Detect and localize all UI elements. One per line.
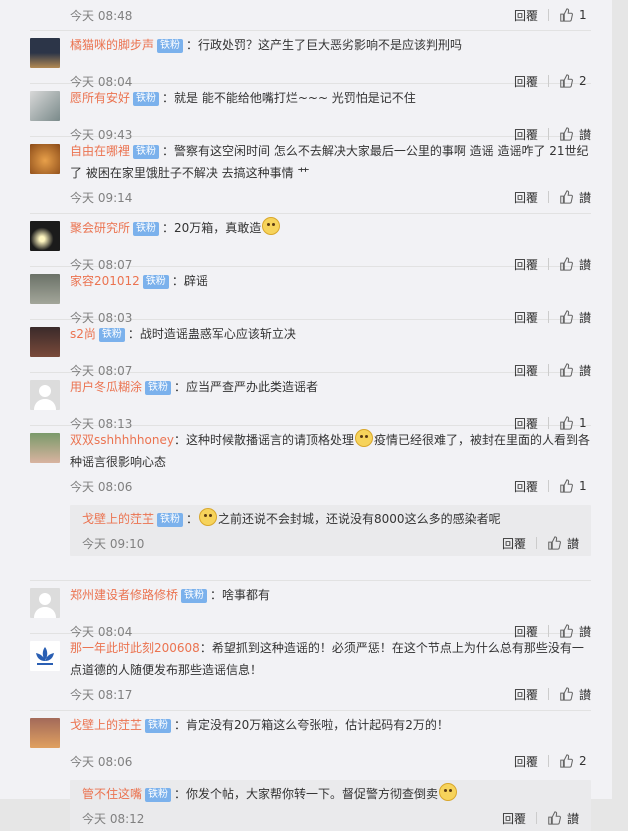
fan-badge: 铁粉	[133, 145, 160, 159]
thumbs-up-icon	[548, 536, 561, 550]
lotus-avatar[interactable]	[30, 641, 60, 671]
fan-badge: 铁粉	[145, 719, 172, 733]
emoji-icon	[199, 508, 218, 526]
like-button[interactable]: 讃	[547, 535, 579, 552]
default-avatar-icon[interactable]	[30, 588, 60, 618]
username-link[interactable]: 那一年此时此刻200608	[70, 641, 200, 655]
comment-item: 戈壁上的茳芏 铁粉 ：肯定没有20万箱这么夸张啦，估计起码有2万的！ 今天 08:0…	[30, 711, 591, 831]
avatar[interactable]	[30, 38, 60, 68]
comment-time: 今天 09:14	[70, 190, 133, 205]
like-count: 1	[579, 479, 587, 493]
comment-time: 今天 08:06	[70, 754, 133, 769]
comment-text: ：行政处罚？这产生了巨大恶劣影响不是应该判刑吗	[186, 38, 463, 52]
thumbs-up-icon	[560, 190, 573, 204]
reply-button[interactable]: 回覆	[502, 810, 526, 827]
like-label: 讃	[578, 190, 591, 205]
emoji-icon	[439, 783, 458, 801]
comment-item: 那一年此时此刻200608：希望抓到这种造谣的！必须严惩！在这个节点上为什么总有…	[30, 634, 591, 711]
comment-item: 用户冬瓜糊涂 铁粉 ：应当严查严办此类造谣者 今天 08:13 回覆 1	[30, 373, 591, 431]
sub-reply: 管不住这嘴 铁粉 ：你发个帖，大家帮你转一下。督促警方彻查倒卖 今天 08:12 回…	[70, 780, 591, 831]
comment-item: 橘猫咪的脚步声 铁粉 ：行政处罚？这产生了巨大恶劣影响不是应该判刑吗 今天 08:0…	[30, 31, 591, 89]
comments-panel: 今天 08:48 回覆 1 橘猫咪的脚步声 铁粉 ：行政处罚？这产生了巨大恶劣影响不…	[0, 0, 612, 831]
comment-text: ：20万箱，真敢造	[162, 221, 262, 235]
username-link[interactable]: 戈壁上的茳芏	[70, 718, 142, 732]
comment-time: 今天 08:48	[70, 8, 133, 23]
fan-badge: 铁粉	[145, 381, 172, 395]
emoji-icon	[354, 429, 373, 447]
fan-badge: 铁粉	[133, 92, 160, 106]
comment-text: ：战时造谣蛊惑军心应该斩立决	[127, 327, 296, 341]
fan-badge: 铁粉	[98, 328, 125, 342]
username-link[interactable]: 自由在哪裡	[70, 144, 130, 158]
like-label: 讃	[566, 536, 579, 551]
avatar[interactable]	[30, 274, 60, 304]
comment-time: 今天 08:06	[70, 479, 133, 494]
comment-text: ：啥事都有	[210, 588, 271, 602]
reply-button[interactable]: 回覆	[514, 189, 538, 206]
username-link[interactable]: 家容201012	[70, 274, 140, 288]
like-label: 讃	[578, 687, 591, 702]
comment-item: 双双sshhhhhoney：这种时候散播谣言的请顶格处理 疫情已经很难了，被封在里…	[30, 426, 591, 581]
comment-item: 自由在哪裡 铁粉 ：警察有这空闲时间 怎么不去解决大家最后一公里的事啊 造谣 造谣咋…	[30, 137, 591, 214]
comment-list: 今天 08:48 回覆 1 橘猫咪的脚步声 铁粉 ：行政处罚？这产生了巨大恶劣影响不…	[30, 0, 591, 831]
comment-text: ：这种时候散播谣言的请顶格处理	[173, 433, 354, 447]
thumbs-up-icon	[560, 479, 573, 493]
like-button[interactable]: 1	[559, 479, 591, 493]
fan-badge: 铁粉	[145, 788, 172, 802]
fan-badge: 铁粉	[157, 39, 184, 53]
comment-time: 今天 08:17	[70, 687, 133, 702]
username-link[interactable]: 橘猫咪的脚步声	[70, 38, 154, 52]
avatar[interactable]	[30, 718, 60, 748]
reply-button[interactable]: 回覆	[514, 686, 538, 703]
comment-text: 之前还说不会封城，还说没有8000这么多的感染者呢	[218, 512, 501, 526]
comment-item: 聚会研究所 铁粉 ：20万箱，真敢造 今天 08:07 回覆 讃	[30, 214, 591, 272]
reply-button[interactable]: 回覆	[502, 535, 526, 552]
comment-item: 今天 08:48 回覆 1	[30, 0, 591, 31]
comment-text: ：辟谣	[171, 274, 208, 288]
username-link[interactable]: 愿所有安好	[70, 91, 130, 105]
like-button[interactable]: 讃	[559, 686, 591, 703]
comment-text: ：就是 能不能给他嘴打烂~~~ 光罚怕是记不住	[162, 91, 416, 105]
avatar[interactable]	[30, 91, 60, 121]
username-link[interactable]: s2尚	[70, 327, 96, 341]
like-count: 1	[579, 8, 587, 22]
avatar[interactable]	[30, 221, 60, 251]
username-link[interactable]: 郑州建设者修路修桥	[70, 588, 178, 602]
fan-badge: 铁粉	[181, 589, 208, 603]
reply-button[interactable]: 回覆	[514, 7, 538, 24]
reply-button[interactable]: 回覆	[514, 478, 538, 495]
username-link[interactable]: 双双sshhhhhoney	[70, 433, 174, 447]
avatar[interactable]	[30, 433, 60, 463]
default-avatar-icon[interactable]	[30, 380, 60, 410]
like-button[interactable]: 讃	[547, 810, 579, 827]
sub-reply: 戈壁上的茳芏 铁粉：之前还说不会封城，还说没有8000这么多的感染者呢 今天 09…	[70, 505, 591, 556]
comment-text: ：肯定没有20万箱这么夸张啦，估计起码有2万的！	[174, 718, 449, 732]
comment-time: 今天 08:12	[82, 811, 145, 826]
thumbs-up-icon	[560, 687, 573, 701]
comment-item: 郑州建设者修路修桥 铁粉 ：啥事都有 今天 08:04 回覆 讃	[30, 581, 591, 639]
comment-item: 家容201012 铁粉 ：辟谣 今天 08:03 回覆 讃	[30, 267, 591, 325]
like-button[interactable]: 讃	[559, 189, 591, 206]
reply-button[interactable]: 回覆	[514, 753, 538, 770]
avatar[interactable]	[30, 144, 60, 174]
comment-text: ：应当严查严办此类造谣者	[174, 380, 319, 394]
like-button[interactable]: 1	[559, 8, 591, 22]
comment-item: s2尚 铁粉 ：战时造谣蛊惑军心应该斩立决 今天 08:07 回覆 讃	[30, 320, 591, 378]
fan-badge: 铁粉	[133, 222, 160, 236]
comment-item: 愿所有安好 铁粉 ：就是 能不能给他嘴打烂~~~ 光罚怕是记不住 今天 09:43 …	[30, 84, 591, 142]
like-button[interactable]: 2	[559, 754, 591, 768]
username-link[interactable]: 戈壁上的茳芏	[82, 512, 154, 526]
thumbs-up-icon	[548, 811, 561, 825]
avatar[interactable]	[30, 327, 60, 357]
fan-badge: 铁粉	[157, 513, 184, 527]
thumbs-up-icon	[560, 754, 573, 768]
comment-time: 今天 09:10	[82, 536, 145, 551]
fan-badge: 铁粉	[142, 275, 169, 289]
emoji-icon	[262, 217, 281, 235]
username-link[interactable]: 聚会研究所	[70, 221, 130, 235]
like-count: 2	[579, 754, 587, 768]
like-label: 讃	[566, 811, 579, 826]
username-link[interactable]: 用户冬瓜糊涂	[70, 380, 142, 394]
thumbs-up-icon	[560, 8, 573, 22]
